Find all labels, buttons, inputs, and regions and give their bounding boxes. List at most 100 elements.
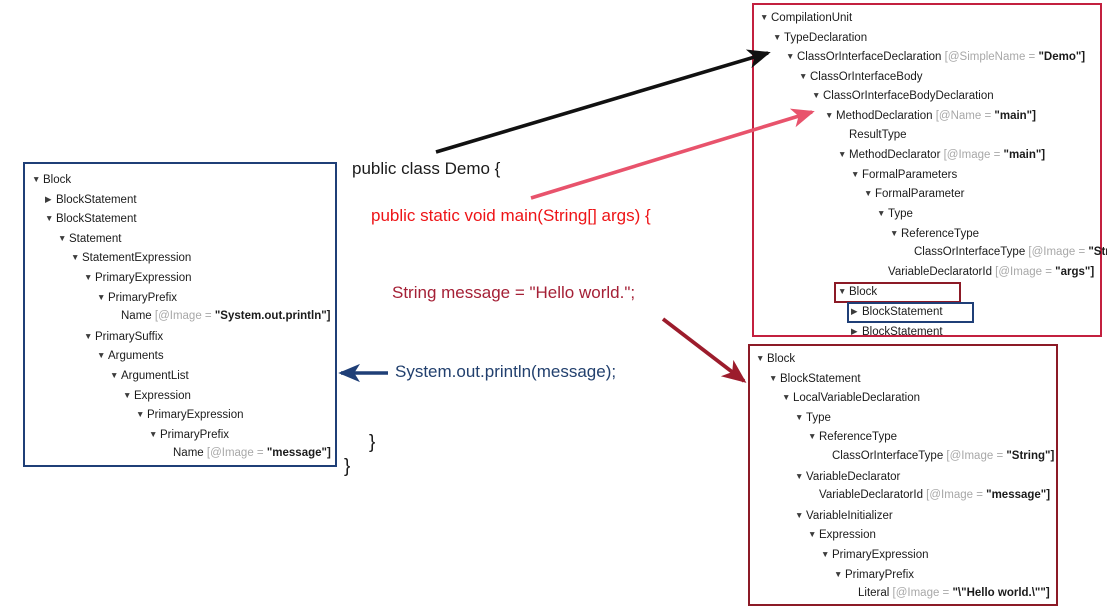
tree-row[interactable]: ▼ ClassOrInterfaceBody (799, 70, 923, 84)
tree-node-attribute: [@SimpleName = "Demo"] (941, 51, 1086, 64)
tree-node-attribute-value: "main"] (994, 110, 1036, 122)
tree-row[interactable]: ▼ Block (756, 352, 795, 366)
chevron-down-icon[interactable]: ▼ (877, 207, 888, 220)
tree-row[interactable]: Name [@Image = "message"] (162, 447, 331, 460)
tree-row[interactable]: ▼ Statement (58, 232, 121, 246)
chevron-down-icon[interactable]: ▼ (834, 568, 845, 581)
chevron-down-icon[interactable]: ▼ (825, 109, 836, 122)
chevron-down-icon[interactable]: ▼ (58, 232, 69, 245)
chevron-right-icon[interactable]: ▶ (851, 325, 862, 338)
tree-row[interactable]: ▼ Arguments (97, 349, 164, 363)
tree-node-label: ReferenceType (901, 227, 979, 240)
tree-row[interactable]: ▼ VariableInitializer (795, 509, 893, 523)
tree-compilation-unit[interactable]: ▼ CompilationUnit ▼ TypeDeclaration ▼ ClassOr… (754, 5, 1107, 338)
tree-row[interactable]: ▼ FormalParameter (864, 187, 964, 201)
tree-row[interactable]: ▼ FormalParameters (851, 168, 957, 182)
chevron-down-icon[interactable]: ▼ (821, 548, 832, 561)
chevron-down-icon[interactable]: ▼ (808, 430, 819, 443)
chevron-down-icon[interactable]: ▼ (123, 389, 134, 402)
chevron-down-icon[interactable]: ▼ (84, 271, 95, 284)
chevron-down-icon[interactable]: ▼ (786, 50, 797, 63)
tree-node-attribute: [@Name = "main"] (932, 110, 1036, 122)
tree-node-attribute: [@Image = "main"] (940, 149, 1046, 162)
chevron-down-icon[interactable]: ▼ (851, 168, 862, 181)
chevron-right-icon[interactable]: ▶ (45, 193, 56, 206)
tree-row[interactable]: ▼ VariableDeclarator (795, 470, 900, 484)
tree-node-label: VariableDeclarator (806, 470, 901, 483)
tree-row[interactable]: ▼ PrimarySuffix (84, 330, 163, 344)
tree-row[interactable]: ▼ ArgumentList (110, 369, 189, 383)
chevron-down-icon[interactable]: ▼ (773, 31, 784, 44)
tree-row[interactable]: ▼ Type (795, 411, 831, 425)
tree-row[interactable]: Literal [@Image = "\"Hello world.\""] (847, 587, 1050, 600)
tree-row[interactable]: ▼ CompilationUnit (760, 11, 852, 25)
chevron-down-icon[interactable]: ▼ (795, 509, 806, 522)
tree-row[interactable]: ▼ ClassOrInterfaceBodyDeclaration (812, 89, 994, 103)
tree-row[interactable]: ▼ ReferenceType (890, 227, 979, 241)
tree-row[interactable]: ▼ Block (32, 173, 71, 187)
tree-node-label: Type (888, 208, 913, 220)
tree-row[interactable]: ▼ PrimaryPrefix (97, 291, 177, 305)
chevron-down-icon[interactable]: ▼ (756, 352, 767, 365)
tree-row[interactable]: ▼ PrimaryPrefix (149, 428, 229, 442)
tree-row[interactable]: ▼ ClassOrInterfaceDeclaration [@SimpleNam… (786, 50, 1085, 64)
chevron-down-icon[interactable]: ▼ (795, 470, 806, 483)
tree-node-attribute-value: "System.out.println"] (214, 310, 331, 323)
chevron-down-icon[interactable]: ▼ (97, 291, 108, 304)
tree-row[interactable]: ▶ BlockStatement (45, 193, 137, 207)
chevron-down-icon[interactable]: ▼ (812, 89, 823, 102)
chevron-down-icon[interactable]: ▼ (838, 148, 849, 161)
chevron-down-icon[interactable]: ▼ (769, 372, 780, 385)
chevron-down-icon[interactable]: ▼ (795, 411, 806, 424)
chevron-down-icon[interactable]: ▼ (799, 70, 810, 83)
code-line-class-decl: public class Demo { (352, 159, 501, 178)
tree-row[interactable]: ▼ Expression (808, 528, 876, 542)
code-line-string-message: String message = "Hello world."; (392, 283, 636, 302)
chevron-down-icon[interactable]: ▼ (760, 11, 771, 24)
tree-row[interactable]: ▼ PrimaryExpression (136, 408, 244, 422)
chevron-down-icon[interactable]: ▼ (45, 212, 56, 225)
chevron-down-icon[interactable]: ▼ (864, 187, 875, 200)
tree-row[interactable]: ClassOrInterfaceType [@Image = "String"] (903, 246, 1107, 259)
tree-node-label: Block (767, 353, 796, 365)
chevron-down-icon[interactable]: ▼ (136, 408, 147, 421)
tree-row[interactable]: ▼ MethodDeclaration [@Name = "main"] (825, 109, 1036, 123)
tree-row[interactable]: ▼ Type (877, 207, 913, 221)
tree-node-label: TypeDeclaration (784, 31, 868, 44)
tree-node-label: ClassOrInterfaceDeclaration (797, 51, 942, 64)
tree-row[interactable]: ▼ PrimaryExpression (821, 548, 929, 562)
tree-node-label: Name (173, 447, 204, 460)
tree-row[interactable]: VariableDeclaratorId [@Image = "args"] (877, 266, 1094, 279)
chevron-down-icon[interactable]: ▼ (890, 227, 901, 240)
tree-node-attribute-value: "String"] (1088, 246, 1107, 259)
tree-row[interactable]: ▼ PrimaryExpression (84, 271, 192, 285)
tree-row[interactable]: ▼ BlockStatement (769, 372, 861, 386)
tree-row[interactable]: ▼ LocalVariableDeclaration (782, 391, 920, 405)
tree-node-label: ClassOrInterfaceBodyDeclaration (823, 90, 994, 103)
chevron-down-icon[interactable]: ▼ (110, 369, 121, 382)
chevron-down-icon[interactable]: ▼ (32, 173, 43, 186)
tree-row[interactable]: ClassOrInterfaceType [@Image = "String"] (821, 450, 1054, 463)
tree-row[interactable]: ResultType (838, 129, 907, 142)
chevron-down-icon[interactable]: ▼ (782, 391, 793, 404)
tree-row[interactable]: ▼ BlockStatement (45, 212, 137, 226)
chevron-down-icon[interactable]: ▼ (97, 349, 108, 362)
tree-row[interactable]: ▼ StatementExpression (71, 251, 191, 265)
tree-row[interactable]: ▼ PrimaryPrefix (834, 568, 914, 582)
tree-node-label: Expression (134, 389, 191, 402)
tree-row[interactable]: ▼ ReferenceType (808, 430, 897, 444)
tree-row[interactable]: ▼ MethodDeclarator [@Image = "main"] (838, 148, 1045, 162)
tree-row[interactable]: ▼ Expression (123, 389, 191, 403)
tree-row[interactable]: Name [@Image = "System.out.println"] (110, 310, 331, 323)
tree-row[interactable]: ▶ BlockStatement (851, 325, 943, 339)
chevron-down-icon[interactable]: ▼ (84, 330, 95, 343)
tree-local-variable[interactable]: ▼ Block ▼ BlockStatement ▼ LocalVariableDecla… (750, 346, 1056, 604)
tree-left[interactable]: ▼ Block ▶ BlockStatement ▼ BlockStatement ▼ Sta… (25, 164, 335, 465)
chevron-down-icon[interactable]: ▼ (808, 528, 819, 541)
tree-node-label: StatementExpression (82, 252, 192, 265)
tree-node-label: ArgumentList (121, 370, 189, 382)
chevron-down-icon[interactable]: ▼ (149, 428, 160, 441)
tree-row[interactable]: VariableDeclaratorId [@Image = "message"… (808, 489, 1050, 502)
chevron-down-icon[interactable]: ▼ (71, 251, 82, 264)
tree-row[interactable]: ▼ TypeDeclaration (773, 31, 867, 45)
